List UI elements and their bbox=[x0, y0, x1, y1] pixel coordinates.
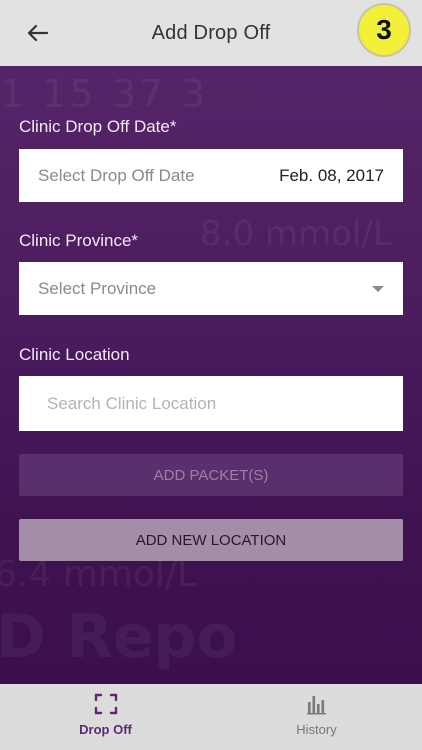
province-placeholder: Select Province bbox=[38, 278, 157, 298]
bottom-tab-bar: Drop Off History bbox=[0, 684, 422, 750]
add-packets-button[interactable]: ADD PACKET(S) bbox=[19, 454, 403, 496]
top-app-bar: Add Drop Off 3 bbox=[0, 0, 422, 66]
arrow-left-icon bbox=[27, 24, 48, 42]
background-decoration: 1 15 37 3 bbox=[0, 72, 209, 116]
drop-off-date-value: Feb. 08, 2017 bbox=[279, 165, 384, 185]
background-decoration: 8.0 mmol/L bbox=[200, 214, 392, 254]
bar-chart-icon bbox=[306, 696, 326, 715]
chevron-down-icon bbox=[372, 285, 384, 292]
background-decoration: D Repo bbox=[0, 602, 238, 672]
province-select[interactable]: Select Province bbox=[19, 262, 403, 315]
clinic-location-placeholder: Search Clinic Location bbox=[47, 393, 217, 413]
drop-off-date-placeholder: Select Drop Off Date bbox=[38, 165, 195, 185]
tab-label: Drop Off bbox=[79, 722, 132, 737]
drop-off-date-field[interactable]: Select Drop Off Date Feb. 08, 2017 bbox=[19, 149, 403, 202]
scan-frame-icon bbox=[94, 693, 117, 715]
drop-off-date-label: Clinic Drop Off Date* bbox=[19, 117, 177, 136]
tab-label: History bbox=[296, 722, 337, 737]
step-badge: 3 bbox=[357, 3, 411, 57]
province-label: Clinic Province* bbox=[19, 231, 139, 250]
back-button[interactable] bbox=[22, 18, 52, 48]
tab-drop-off[interactable]: Drop Off bbox=[0, 684, 211, 750]
clinic-location-search-input[interactable]: Search Clinic Location bbox=[19, 376, 403, 431]
clinic-location-label: Clinic Location bbox=[19, 345, 130, 364]
tab-history[interactable]: History bbox=[211, 684, 422, 750]
add-new-location-button[interactable]: ADD NEW LOCATION bbox=[19, 519, 403, 561]
